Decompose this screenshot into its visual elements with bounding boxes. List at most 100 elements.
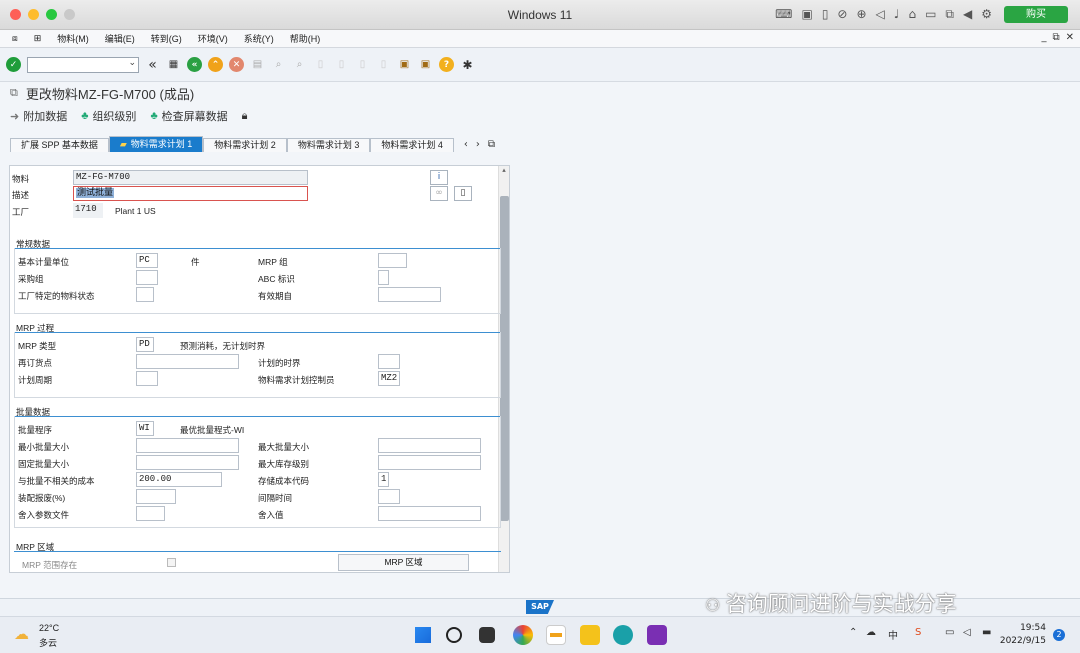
mrp-group-field[interactable] (378, 253, 407, 268)
tab-mrp-2[interactable]: 物料需求计划 2 (203, 138, 287, 152)
ime-indicator[interactable]: 中 (888, 627, 898, 642)
glasses-icon[interactable]: ∞ (430, 186, 448, 201)
scroll-up-icon[interactable]: ▴ (499, 166, 509, 174)
camera-icon[interactable]: ▭ (925, 7, 936, 22)
reorder-point-field[interactable] (136, 354, 239, 369)
add-data-button[interactable]: ➜ 附加数据 (10, 108, 67, 124)
file-explorer-icon[interactable] (580, 625, 600, 645)
mrp-area-exists-checkbox[interactable] (167, 558, 176, 567)
rounding-profile-field[interactable] (136, 506, 165, 521)
tab-mrp-1[interactable]: ▰ 物料需求计划 1 (108, 136, 204, 152)
abc-field[interactable] (378, 270, 389, 285)
print-icon[interactable]: ▤ (250, 57, 265, 72)
speaker-icon[interactable]: ◁ (876, 7, 885, 22)
purch-group-field[interactable] (136, 270, 158, 285)
minimize-icon[interactable]: _ (1041, 32, 1046, 43)
description-field[interactable]: 测试批量 (73, 186, 308, 201)
first-page-icon[interactable]: ▯ (313, 57, 328, 72)
weather-text[interactable]: 多云 (39, 636, 57, 649)
back-icon[interactable]: ◀ (963, 7, 972, 22)
mrp-area-button[interactable]: MRP 区域 (338, 554, 469, 571)
keyboard-icon[interactable]: ⌨ (775, 7, 792, 22)
weather-icon[interactable]: ☁ (14, 625, 29, 643)
cloud-icon[interactable]: ☁ (866, 627, 876, 638)
prev-page-icon[interactable]: ▯ (334, 57, 349, 72)
task-view-icon[interactable] (479, 627, 495, 643)
customize-icon[interactable]: ✱ (460, 57, 475, 72)
clock-date[interactable]: 2022/9/15 (998, 636, 1046, 646)
menu-item-edit[interactable]: 编辑(E) (97, 32, 143, 45)
document-icon[interactable]: ▯ (454, 186, 472, 201)
restore-icon[interactable]: ⧉ (1052, 32, 1059, 43)
close-icon[interactable]: ✕ (1066, 32, 1074, 43)
back-icon[interactable]: « (187, 57, 202, 72)
max-lot-field[interactable] (378, 438, 481, 453)
find-icon[interactable]: ⌕ (271, 57, 286, 72)
planning-fence-field[interactable] (378, 354, 400, 369)
plant-field[interactable]: 1710 (73, 203, 103, 218)
max-stock-field[interactable] (378, 455, 481, 470)
lot-procedure-field[interactable]: WI (136, 421, 154, 436)
globe-icon[interactable]: ⊕ (856, 7, 866, 22)
app-icon[interactable] (613, 625, 633, 645)
interval-field[interactable] (378, 489, 400, 504)
notification-badge[interactable]: 2 (1053, 629, 1065, 641)
fixed-lot-field[interactable] (136, 455, 239, 470)
planning-cycle-field[interactable] (136, 371, 158, 386)
drive-icon[interactable]: ⌂ (908, 7, 916, 22)
chevron-left-icon[interactable]: ‹ (464, 139, 468, 150)
chrome-icon[interactable] (513, 625, 533, 645)
shortcut-icon[interactable]: ▣ (418, 57, 433, 72)
settings-icon[interactable]: ⚙ (981, 7, 992, 22)
sogou-icon[interactable]: S (915, 627, 921, 638)
check-screen-button[interactable]: ♣ 检查屏幕数据 (150, 108, 227, 124)
info-icon[interactable]: i (430, 170, 448, 185)
scroll-thumb[interactable] (500, 196, 509, 521)
volume-icon[interactable]: ◁ (963, 627, 971, 638)
plant-status-field[interactable] (136, 287, 154, 302)
material-field[interactable]: MZ-FG-M700 (73, 170, 308, 185)
weather-temp[interactable]: 22°C (39, 623, 59, 633)
battery-icon[interactable]: ▬ (982, 627, 991, 638)
new-session-icon[interactable]: ▣ (397, 57, 412, 72)
sap-logon-icon[interactable] (546, 625, 566, 645)
find-next-icon[interactable]: ⌕ (292, 57, 307, 72)
usb-icon[interactable]: ▯ (822, 7, 829, 22)
tray-chevron-icon[interactable]: ⌃ (849, 627, 857, 638)
mrp-controller-field[interactable]: MZ2 (378, 371, 400, 386)
mrp-type-field[interactable]: PD (136, 337, 154, 352)
menu-item-environment[interactable]: 环境(V) (190, 32, 236, 45)
assembly-scrap-field[interactable] (136, 489, 176, 504)
screenshot-icon[interactable]: ⧉ (945, 7, 954, 22)
tab-list-icon[interactable]: ⧉ (488, 139, 495, 150)
org-level-button[interactable]: ♣ 组织级别 (81, 108, 136, 124)
back-double-icon[interactable]: « (145, 57, 160, 73)
valid-from-field[interactable] (378, 287, 441, 302)
tab-mrp-3[interactable]: 物料需求计划 3 (286, 138, 371, 152)
base-uom-field[interactable]: PC (136, 253, 158, 268)
tab-mrp-4[interactable]: 物料需求计划 4 (370, 138, 454, 152)
last-page-icon[interactable]: ▯ (376, 57, 391, 72)
buy-button[interactable]: 购买 (1004, 6, 1068, 23)
rounding-value-field[interactable] (378, 506, 481, 521)
network-icon[interactable]: ▭ (945, 627, 954, 638)
start-icon[interactable] (415, 627, 431, 643)
lock-button[interactable]: 🔒︎ (242, 110, 248, 123)
search-icon[interactable] (446, 627, 462, 643)
clock-time[interactable]: 19:54 (1012, 623, 1046, 633)
menu-item-system[interactable]: 系统(Y) (236, 32, 282, 45)
menu-item-help[interactable]: 帮助(H) (282, 32, 329, 45)
onenote-icon[interactable] (647, 625, 667, 645)
tab-spp-basic[interactable]: 扩展 SPP 基本数据 (10, 138, 109, 152)
no-camera-icon[interactable]: ⊘ (837, 7, 847, 22)
help-icon[interactable]: ? (439, 57, 454, 72)
min-lot-field[interactable] (136, 438, 239, 453)
cancel-icon[interactable]: ✕ (229, 57, 244, 72)
chevron-right-icon[interactable]: › (476, 139, 480, 150)
storage-cost-code-field[interactable]: 1 (378, 472, 389, 487)
enter-check-icon[interactable]: ✓ (6, 57, 21, 72)
mic-icon[interactable]: ♩ (894, 7, 900, 22)
next-page-icon[interactable]: ▯ (355, 57, 370, 72)
menu-item-goto[interactable]: 转到(G) (143, 32, 190, 45)
save-icon[interactable]: ▦ (166, 57, 181, 72)
